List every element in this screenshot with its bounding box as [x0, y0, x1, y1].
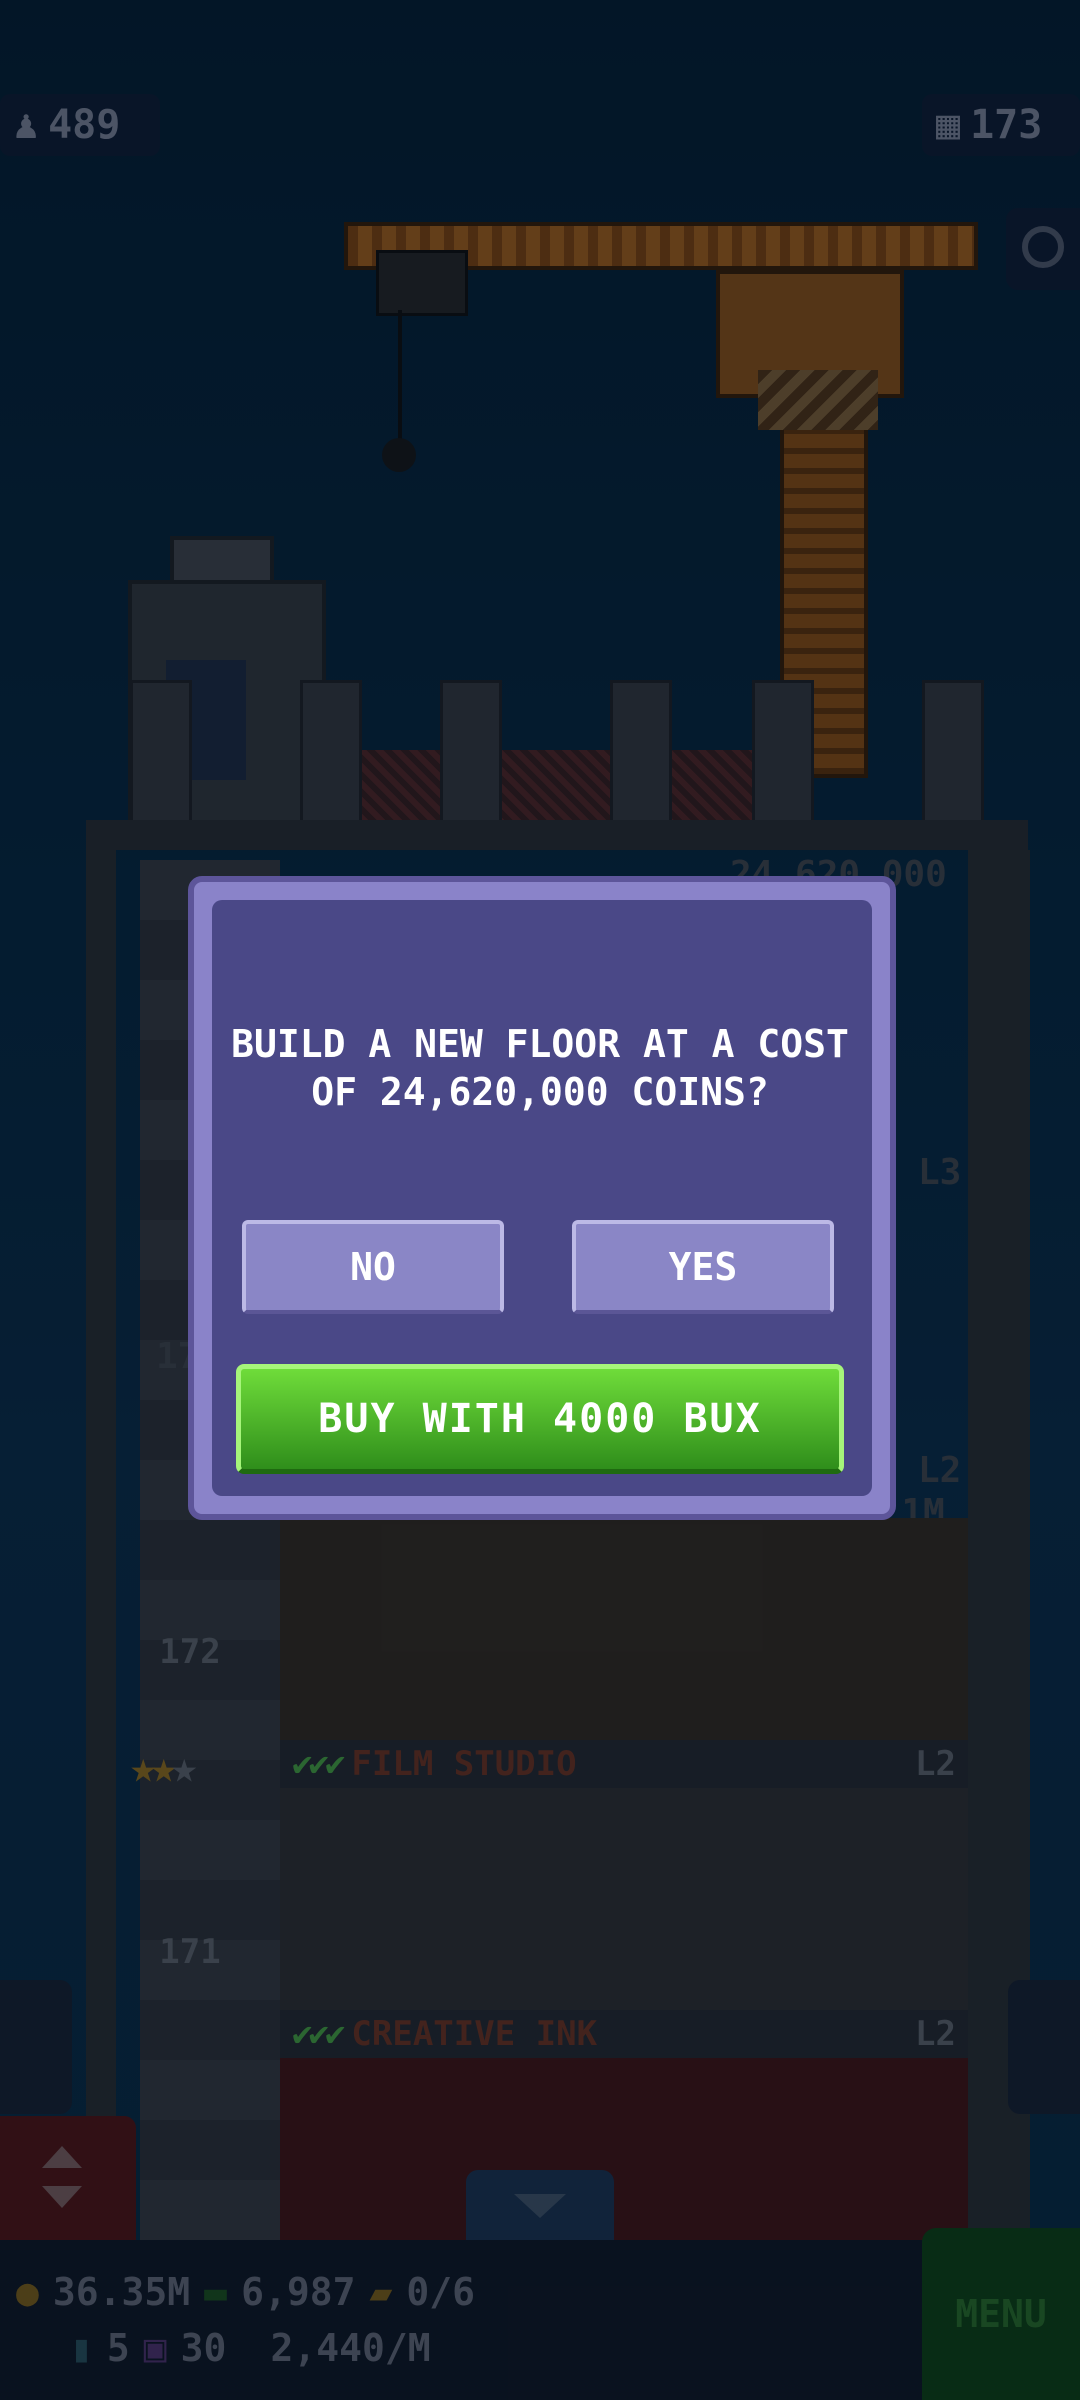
dialog-message: BUILD A NEW FLOOR AT A COST OF 24,620,00…: [231, 1022, 849, 1114]
no-button[interactable]: NO: [242, 1220, 504, 1314]
yes-button[interactable]: YES: [572, 1220, 834, 1314]
buy-with-bux-button[interactable]: BUY WITH 4000 BUX: [236, 1364, 844, 1474]
